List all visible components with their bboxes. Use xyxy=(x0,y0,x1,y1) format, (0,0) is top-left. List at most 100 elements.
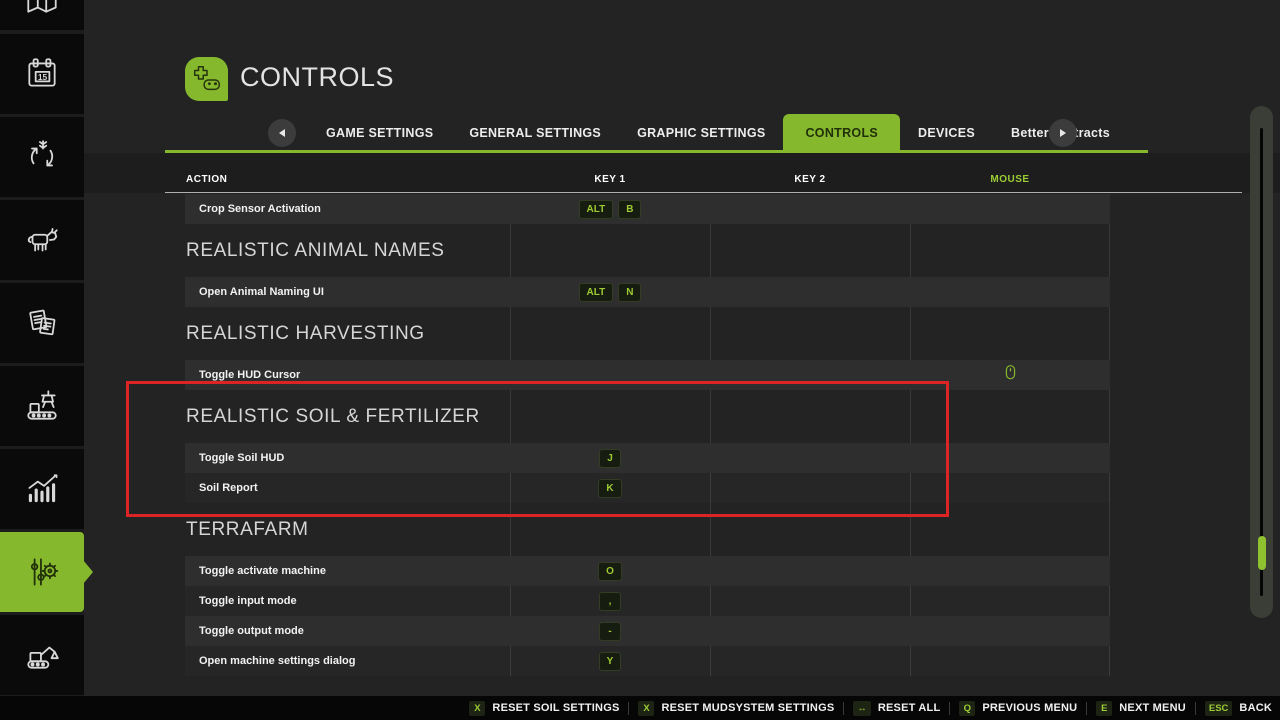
tab-devices[interactable]: DEVICES xyxy=(900,114,993,152)
hotkey-label: BACK xyxy=(1239,702,1272,714)
mouse-icon xyxy=(1004,364,1017,387)
production-icon xyxy=(23,387,61,425)
sidebar-item-production[interactable] xyxy=(0,366,84,446)
action-label: Toggle input mode xyxy=(199,586,297,616)
key2-cell[interactable] xyxy=(710,586,910,616)
key1-cell[interactable]: - xyxy=(510,616,710,646)
hotkey-label: RESET SOIL SETTINGS xyxy=(492,702,619,714)
hotkey-chip: X xyxy=(638,701,654,716)
settings-icon xyxy=(23,553,61,591)
action-label: Toggle output mode xyxy=(199,616,304,646)
section-title: REALISTIC HARVESTING xyxy=(186,321,425,347)
sidebar-item-statistics[interactable] xyxy=(0,449,84,529)
key1-cell[interactable]: , xyxy=(510,586,710,616)
sidebar-item-crop-rotation[interactable] xyxy=(0,117,84,197)
sidebar-item-animals[interactable] xyxy=(0,200,84,280)
mouse-cell[interactable] xyxy=(910,586,1110,616)
table-header-divider xyxy=(165,192,1242,193)
key2-cell[interactable] xyxy=(710,646,910,676)
gamepad-icon xyxy=(185,57,228,101)
section-title: TERRAFARM xyxy=(186,517,309,543)
calendar-icon: 15 xyxy=(23,55,61,93)
mouse-cell[interactable] xyxy=(910,556,1110,586)
key2-cell[interactable] xyxy=(710,194,910,224)
tabs-prev-button[interactable] xyxy=(268,119,296,147)
tab-game-settings[interactable]: GAME SETTINGS xyxy=(308,114,451,152)
binding-row[interactable]: Open Animal Naming UI ALTN xyxy=(185,277,1110,307)
footer-divider xyxy=(1195,702,1196,715)
key2-cell[interactable] xyxy=(710,556,910,586)
mouse-cell[interactable] xyxy=(910,277,1110,307)
table-header-band xyxy=(84,153,1280,193)
hotkey-bar: X RESET SOIL SETTINGS XRESET MUDSYSTEM SET… xyxy=(0,696,1280,720)
hotkey-label: PREVIOUS MENU xyxy=(982,702,1077,714)
tabs-next-button[interactable] xyxy=(1049,119,1077,147)
binding-row[interactable]: Toggle activate machine O xyxy=(185,556,1110,586)
mouse-cell[interactable] xyxy=(910,194,1110,224)
action-label: Toggle activate machine xyxy=(199,556,326,586)
hotkey-label: NEXT MENU xyxy=(1119,702,1186,714)
binding-row[interactable]: Toggle input mode, xyxy=(185,586,1110,616)
key1-cell[interactable]: O xyxy=(510,556,710,586)
sidebar-item-map[interactable] xyxy=(0,0,84,30)
action-label: Open Animal Naming UI xyxy=(199,277,324,307)
construction-icon xyxy=(23,636,61,674)
scrollbar-thumb[interactable] xyxy=(1258,536,1266,570)
contracts-icon xyxy=(23,304,61,342)
hotkey-previous-menu[interactable]: Q PREVIOUS MENU xyxy=(959,701,1077,716)
key-chip: B xyxy=(618,200,641,219)
column-header-action: ACTION xyxy=(186,174,227,185)
hotkey-reset-soil-settings[interactable]: X RESET SOIL SETTINGS xyxy=(469,701,619,716)
key-chip: O xyxy=(598,562,622,581)
footer-divider xyxy=(949,702,950,715)
scrollbar[interactable] xyxy=(1250,106,1273,618)
binding-row[interactable]: Open machine settings dialog Y xyxy=(185,646,1110,676)
key2-cell[interactable] xyxy=(710,616,910,646)
animals-icon xyxy=(23,221,61,259)
active-notch-icon xyxy=(84,569,88,575)
key1-cell[interactable]: ALTN xyxy=(510,277,710,307)
hotkey-chip: Q xyxy=(959,701,975,716)
key2-cell[interactable] xyxy=(710,277,910,307)
tab-general-settings[interactable]: GENERAL SETTINGS xyxy=(451,114,619,152)
left-arrow-icon xyxy=(279,129,285,137)
mouse-cell[interactable] xyxy=(910,646,1110,676)
hotkey-reset-all[interactable]: ↔ RESET ALL xyxy=(853,701,940,716)
section-title: REALISTIC ANIMAL NAMES xyxy=(186,238,445,264)
sidebar: 15 xyxy=(0,0,84,720)
key-chip: ALT xyxy=(579,200,614,219)
sidebar-item-settings[interactable] xyxy=(0,532,84,612)
hotkey-chip: X xyxy=(469,701,485,716)
action-label: Open machine settings dialog xyxy=(199,646,355,676)
statistics-icon xyxy=(22,470,62,508)
key1-cell[interactable]: ALTB xyxy=(510,194,710,224)
sidebar-item-calendar[interactable]: 15 xyxy=(0,34,84,114)
key-chip: Y xyxy=(599,652,622,671)
controls-settings-screen: 15 CONTROLS GAME SETTINGSGENERAL SETTING… xyxy=(0,0,1280,720)
binding-row[interactable]: Crop Sensor ActivationALTB xyxy=(185,194,1110,224)
key-chip: N xyxy=(618,283,641,302)
hotkey-back[interactable]: ESC BACK xyxy=(1205,701,1272,716)
key1-cell[interactable]: Y xyxy=(510,646,710,676)
binding-row[interactable]: Toggle output mode - xyxy=(185,616,1110,646)
highlight-annotation-box xyxy=(126,381,949,517)
scrollbar-track[interactable] xyxy=(1260,128,1263,596)
hotkey-label: RESET ALL xyxy=(878,702,941,714)
hotkey-reset-mudsystem-settings[interactable]: XRESET MUDSYSTEM SETTINGS xyxy=(638,701,834,716)
key-chip: - xyxy=(599,622,621,641)
column-header-mouse: MOUSE xyxy=(910,174,1110,185)
hotkey-chip: ESC xyxy=(1205,701,1233,716)
sidebar-item-contracts[interactable] xyxy=(0,283,84,363)
tab-graphic-settings[interactable]: GRAPHIC SETTINGS xyxy=(619,114,783,152)
tab-bar: GAME SETTINGSGENERAL SETTINGSGRAPHIC SET… xyxy=(308,114,1128,152)
hotkey-next-menu[interactable]: ENEXT MENU xyxy=(1096,701,1186,716)
key-chip: , xyxy=(599,592,621,611)
tab-controls[interactable]: CONTROLS xyxy=(783,114,900,152)
right-arrow-icon xyxy=(1060,129,1066,137)
crop-rotation-icon xyxy=(23,138,61,176)
map-icon xyxy=(23,0,61,17)
mouse-cell[interactable] xyxy=(910,616,1110,646)
hotkey-chip: ↔ xyxy=(853,701,871,716)
sidebar-item-construction[interactable] xyxy=(0,615,84,695)
footer-divider xyxy=(1086,702,1087,715)
